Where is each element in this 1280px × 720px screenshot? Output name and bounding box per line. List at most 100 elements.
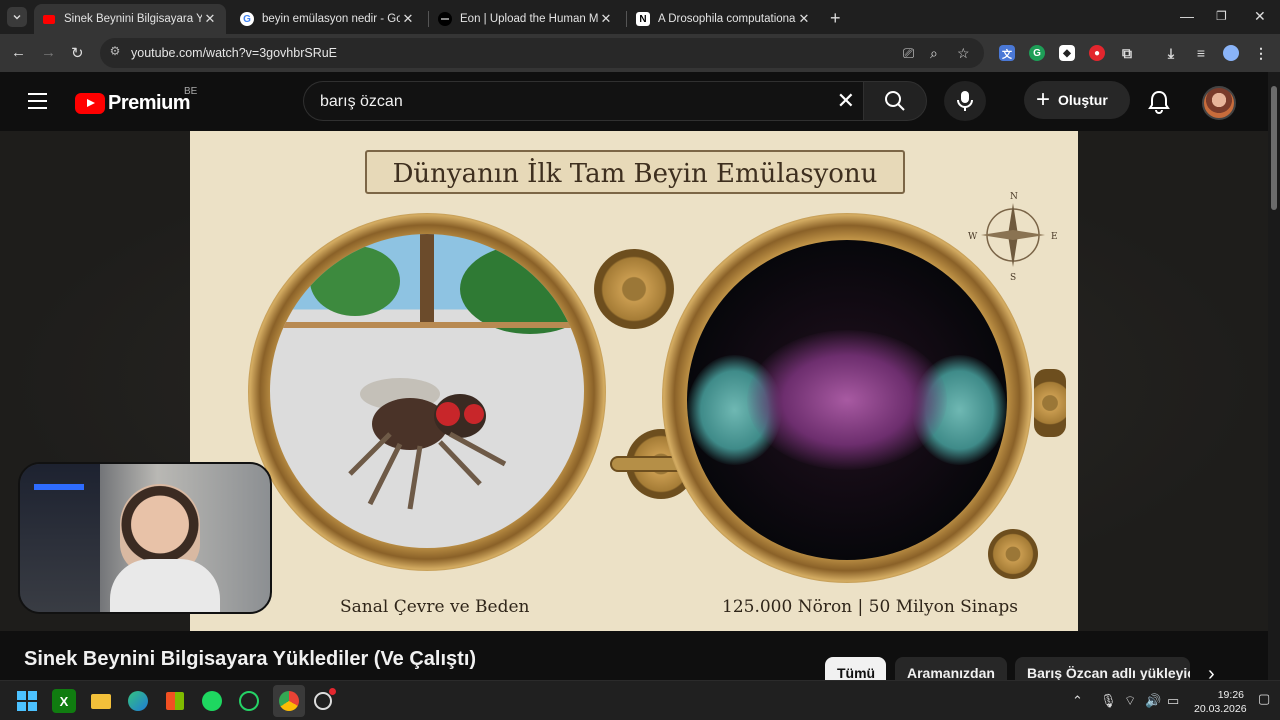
tab-title: A Drosophila computational bra bbox=[658, 13, 796, 25]
browser-tab-google[interactable]: G beyin emülasyon nedir - Google ✕ bbox=[232, 4, 424, 34]
chevron-down-icon bbox=[13, 15, 21, 20]
address-bar[interactable]: ⚙ youtube.com/watch?v=3govhbrSRuE ⎚ ⌕ ☆ bbox=[100, 38, 984, 68]
floor-edge bbox=[270, 322, 584, 328]
notion-favicon-icon: N bbox=[636, 12, 650, 26]
youtube-play-icon bbox=[75, 93, 105, 114]
translate-extension-icon[interactable]: 文 bbox=[999, 45, 1015, 61]
central-brain bbox=[747, 330, 947, 470]
microphone-tray-icon[interactable]: 🎙 bbox=[1100, 693, 1117, 709]
tab-divider bbox=[428, 11, 429, 27]
compass-w: W bbox=[968, 232, 978, 242]
volume-icon[interactable]: 🔊 bbox=[1145, 693, 1161, 709]
caption-right: 125.000 Nöron | 50 Milyon Sinaps bbox=[722, 597, 1018, 617]
brand-label: Premium bbox=[108, 92, 191, 114]
spotify-icon[interactable] bbox=[200, 689, 224, 713]
eon-favicon-icon bbox=[438, 12, 452, 26]
microphone-icon bbox=[957, 91, 973, 111]
battery-icon[interactable]: ▭ bbox=[1167, 693, 1179, 709]
forward-arrow-icon[interactable]: → bbox=[41, 44, 56, 61]
page-scrollbar[interactable] bbox=[1268, 72, 1280, 680]
tree-canopy bbox=[460, 244, 584, 334]
clock-time: 19:26 bbox=[1217, 689, 1244, 701]
restore-window-icon[interactable]: ❐ bbox=[1216, 9, 1227, 23]
browser-toolbar: ← → ↻ ⚙ youtube.com/watch?v=3govhbrSRuE … bbox=[0, 34, 1280, 72]
video-title-banner: Dünyanın İlk Tam Beyin Emülasyonu bbox=[365, 146, 905, 206]
minimize-icon[interactable]: — bbox=[1180, 8, 1194, 24]
search-input[interactable]: barış özcan ✕ bbox=[303, 81, 863, 121]
reload-icon[interactable]: ↻ bbox=[71, 44, 84, 62]
back-arrow-icon[interactable]: ← bbox=[11, 44, 26, 61]
windows-taskbar: X ⌃ 🎙 ⌔ 🔊 ▭ 19:26 20.03.2026 ▢ bbox=[0, 680, 1280, 720]
bookmark-star-icon[interactable]: ☆ bbox=[957, 45, 970, 62]
chrome-menu-icon[interactable]: ⋮ bbox=[1253, 45, 1269, 61]
hamburger-menu-icon[interactable] bbox=[28, 93, 47, 114]
notifications-bell-icon[interactable] bbox=[1148, 90, 1170, 114]
browser-tab-youtube[interactable]: Sinek Beynini Bilgisayara Yükled ✕ bbox=[34, 4, 226, 34]
brain-connectome-scene bbox=[687, 240, 1007, 560]
webcam-led-strip bbox=[34, 484, 84, 490]
chrome-icon[interactable] bbox=[277, 689, 301, 713]
chatgpt-icon[interactable] bbox=[311, 688, 336, 713]
tab-title: beyin emülasyon nedir - Google bbox=[262, 13, 400, 25]
url-text: youtube.com/watch?v=3govhbrSRuE bbox=[131, 46, 338, 60]
red-extension-icon[interactable]: ● bbox=[1089, 45, 1105, 61]
tab-search-button[interactable] bbox=[7, 7, 27, 27]
edge-browser-icon[interactable] bbox=[126, 689, 150, 713]
tab-title: Sinek Beynini Bilgisayara Yükled bbox=[64, 13, 202, 25]
fly-model-icon bbox=[348, 378, 507, 510]
tab-title: Eon | Upload the Human Mind bbox=[460, 13, 598, 25]
virtual-environment-scene bbox=[270, 234, 584, 548]
browser-tab-eon[interactable]: Eon | Upload the Human Mind ✕ bbox=[430, 4, 622, 34]
cast-icon[interactable]: ⎚ bbox=[903, 45, 914, 62]
compass-n: N bbox=[1010, 192, 1018, 202]
microsoft-store-icon[interactable] bbox=[163, 689, 187, 713]
new-tab-plus-icon[interactable]: + bbox=[830, 8, 841, 29]
download-icon[interactable]: ⤓ bbox=[1163, 45, 1179, 61]
close-tab-icon[interactable]: ✕ bbox=[202, 11, 218, 27]
whatsapp-icon[interactable] bbox=[237, 689, 261, 713]
extensions-puzzle-icon[interactable]: ⧉ bbox=[1119, 45, 1135, 61]
zoom-icon[interactable]: ⌕ bbox=[930, 45, 938, 62]
media-controls-icon[interactable]: ≡ bbox=[1193, 45, 1209, 61]
system-clock[interactable]: 19:26 20.03.2026 bbox=[1194, 688, 1247, 716]
browser-tab-strip: Sinek Beynini Bilgisayara Yükled ✕ G bey… bbox=[0, 0, 1280, 34]
profile-avatar-icon[interactable] bbox=[1223, 45, 1239, 61]
file-explorer-icon[interactable] bbox=[89, 689, 113, 713]
plus-icon: + bbox=[1036, 86, 1051, 113]
youtube-premium-logo[interactable]: Premium bbox=[75, 92, 191, 115]
webcam-overlay bbox=[18, 462, 272, 614]
create-button[interactable]: + Oluştur bbox=[1024, 81, 1130, 119]
grammarly-extension-icon[interactable]: G bbox=[1029, 45, 1045, 61]
search-button[interactable] bbox=[863, 81, 927, 121]
user-avatar[interactable] bbox=[1202, 86, 1236, 120]
compass-e: E bbox=[1051, 232, 1058, 242]
compass-s: S bbox=[1010, 273, 1016, 281]
shield-extension-icon[interactable]: ◆ bbox=[1059, 45, 1075, 61]
voice-search-button[interactable] bbox=[944, 81, 986, 121]
compass-rose-icon: N E S W bbox=[968, 192, 1058, 281]
clock-date: 20.03.2026 bbox=[1194, 703, 1247, 715]
caption-left: Sanal Çevre ve Beden bbox=[340, 597, 530, 617]
close-window-icon[interactable]: ✕ bbox=[1254, 8, 1266, 25]
brass-gear-top bbox=[594, 249, 674, 329]
browser-tab-drosophila[interactable]: N A Drosophila computational bra ✕ bbox=[628, 4, 820, 34]
scrollbar-thumb[interactable] bbox=[1271, 86, 1277, 210]
tree-canopy bbox=[310, 246, 400, 316]
brass-bottom-knob bbox=[988, 529, 1038, 579]
windows-start-icon[interactable] bbox=[15, 689, 39, 713]
wifi-icon[interactable]: ⌔ bbox=[1124, 693, 1136, 709]
tray-overflow-chevron-icon[interactable]: ⌃ bbox=[1072, 693, 1083, 709]
youtube-favicon-icon bbox=[42, 12, 56, 26]
close-tab-icon[interactable]: ✕ bbox=[400, 11, 416, 27]
video-player[interactable]: Dünyanın İlk Tam Beyin Emülasyonu N E S … bbox=[0, 131, 1268, 631]
video-frame[interactable]: Dünyanın İlk Tam Beyin Emülasyonu N E S … bbox=[190, 131, 1078, 631]
close-tab-icon[interactable]: ✕ bbox=[598, 11, 614, 27]
video-info: Sinek Beynini Bilgisayara Yüklediler (Ve… bbox=[0, 631, 1268, 689]
brass-side-knob bbox=[1034, 369, 1066, 437]
create-label: Oluştur bbox=[1058, 92, 1108, 108]
close-tab-icon[interactable]: ✕ bbox=[796, 11, 812, 27]
site-settings-icon[interactable]: ⚙ bbox=[106, 44, 124, 62]
xbox-icon[interactable]: X bbox=[52, 689, 76, 713]
clear-search-icon[interactable]: ✕ bbox=[837, 88, 855, 114]
notification-center-icon[interactable]: ▢ bbox=[1258, 691, 1270, 707]
